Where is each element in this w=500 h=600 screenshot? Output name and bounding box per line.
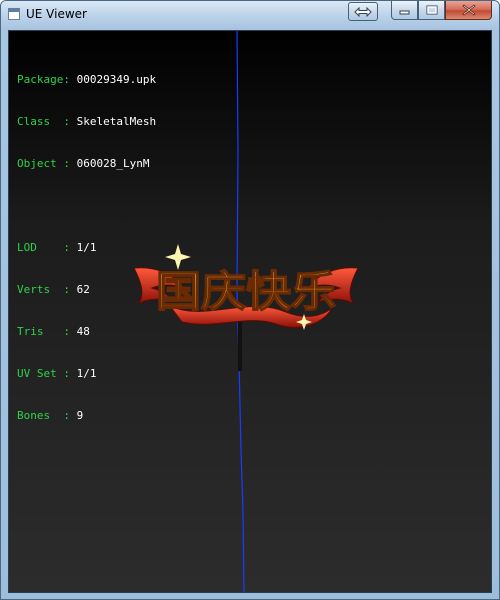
verts-label: Verts : (17, 283, 70, 296)
app-window: UE Viewer Package: 00029349.upk Class: … (0, 0, 500, 600)
info-row-bones: Bones : 9 (17, 409, 156, 423)
verts-value: 62 (76, 283, 90, 296)
title-bar[interactable]: UE Viewer (1, 1, 499, 30)
info-row-uvset: UV Set : 1/1 (17, 367, 156, 381)
app-icon (8, 8, 20, 20)
festival-logo-mesh: 国庆快乐 (133, 244, 359, 330)
object-label: Object : (17, 157, 70, 170)
maximize-icon (426, 5, 437, 15)
info-row-package: Package: 00029349.upk (17, 73, 156, 87)
bones-value: 9 (76, 409, 84, 422)
minimize-icon (399, 10, 410, 15)
close-icon (461, 4, 476, 16)
logo-text: 国庆快乐 (156, 267, 336, 316)
minimize-button[interactable] (391, 1, 418, 20)
tris-label: Tris : (17, 325, 70, 338)
bones-label: Bones : (17, 409, 70, 422)
class-value: SkeletalMesh (76, 115, 157, 128)
lod-value: 1/1 (76, 241, 97, 254)
render-viewport[interactable]: Package: 00029349.upk Class : SkeletalMe… (8, 30, 492, 593)
info-row-class: Class : SkeletalMesh (17, 115, 156, 129)
resize-button[interactable] (348, 2, 378, 21)
tris-value: 48 (76, 325, 90, 338)
info-row-object: Object : 060028_LynM (17, 157, 156, 171)
object-value: 060028_LynM (76, 157, 150, 170)
close-button[interactable] (445, 1, 492, 20)
uvset-label: UV Set : (17, 367, 70, 380)
package-label: Package: (17, 73, 70, 86)
class-label: Class : (17, 115, 70, 128)
window-title: UE Viewer (26, 7, 87, 21)
package-value: 00029349.upk (76, 73, 157, 86)
maximize-button[interactable] (418, 1, 445, 20)
uvset-value: 1/1 (76, 367, 97, 380)
lod-label: LOD : (17, 241, 70, 254)
double-arrow-icon (354, 6, 372, 17)
